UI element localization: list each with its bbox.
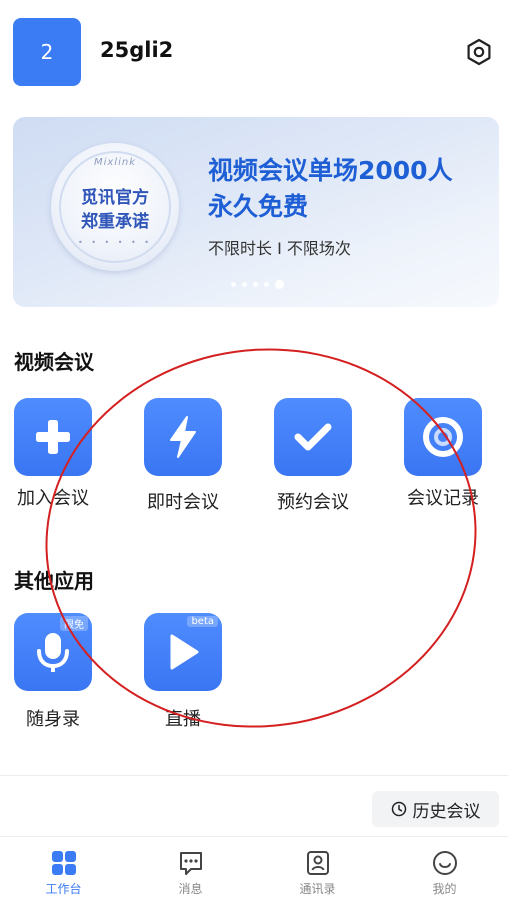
carousel-indicator — [231, 279, 284, 289]
carousel-dot[interactable] — [242, 281, 247, 287]
bottom-tab-bar: 工作台 消息 通讯录 我的 — [0, 836, 508, 898]
tab-workbench[interactable]: 工作台 — [0, 837, 127, 898]
carousel-dot[interactable] — [253, 281, 258, 287]
schedule-meeting-tile — [274, 398, 352, 476]
banner-subtitle: 不限时长 I 不限场次 — [208, 239, 351, 258]
plus-icon — [36, 420, 70, 454]
tab-label: 消息 — [178, 882, 203, 896]
tab-contacts[interactable]: 通讯录 — [254, 837, 381, 898]
seal-line-2: 郑重承诺 — [81, 212, 149, 232]
history-meetings-button[interactable]: 历史会议 — [372, 791, 499, 827]
join-meeting-label: 加入会议 — [17, 488, 89, 509]
seal-dots: • • • • • • — [77, 238, 153, 247]
live-stream-tile: beta — [144, 613, 222, 691]
contact-card-icon — [306, 851, 329, 875]
avatar[interactable]: 2 — [13, 18, 81, 86]
seal-line-1: 觅讯官方 — [81, 188, 149, 208]
seal-brand-text: Mixlink — [93, 157, 136, 168]
carousel-dot[interactable] — [231, 281, 236, 287]
instant-meeting-label: 即时会议 — [147, 492, 219, 513]
record-target-icon — [423, 417, 463, 457]
history-meetings-label: 历史会议 — [412, 801, 481, 822]
join-meeting-button[interactable]: 加入会议 — [3, 398, 103, 510]
lightning-icon — [170, 416, 196, 458]
play-icon — [170, 634, 199, 670]
banner-title-line-1: 视频会议单场2000人 — [208, 156, 453, 185]
microphone-icon — [37, 633, 69, 672]
section-title-video-meeting: 视频会议 — [14, 350, 94, 374]
section-title-other-apps: 其他应用 — [14, 569, 94, 593]
live-stream-label: 直播 — [165, 709, 201, 730]
settings-button[interactable] — [464, 37, 494, 67]
free-tag: 限免 — [60, 616, 88, 631]
smile-face-icon — [432, 851, 457, 875]
banner-title-line-2: 永久免费 — [208, 192, 309, 221]
live-stream-button[interactable]: beta 直播 — [133, 613, 233, 731]
schedule-meeting-label: 预约会议 — [277, 492, 349, 513]
checkmark-icon — [294, 423, 332, 451]
carousel-dot-active[interactable] — [275, 279, 284, 289]
username: 25gli2 — [100, 38, 174, 62]
chat-bubble-icon — [179, 852, 202, 875]
divider — [0, 775, 508, 776]
tab-me[interactable]: 我的 — [381, 837, 508, 898]
carousel-dot[interactable] — [264, 281, 269, 287]
avatar-text: 2 — [40, 40, 54, 64]
instant-meeting-tile — [144, 398, 222, 476]
tab-label: 通讯录 — [299, 882, 336, 896]
tab-label: 我的 — [432, 882, 457, 896]
tab-messages[interactable]: 消息 — [127, 837, 254, 898]
meeting-records-label: 会议记录 — [407, 488, 479, 509]
meeting-records-button[interactable]: 会议记录 — [393, 398, 493, 510]
voice-recorder-button[interactable]: 限免 随身录 — [3, 613, 103, 731]
join-meeting-tile — [14, 398, 92, 476]
voice-recorder-tile: 限免 — [14, 613, 92, 691]
meeting-records-tile — [404, 398, 482, 476]
promo-banner[interactable]: Mixlink 觅讯官方 郑重承诺 • • • • • • 视频会议单场2000… — [13, 117, 499, 307]
banner-title: 视频会议单场2000人 永久免费 — [208, 153, 453, 225]
instant-meeting-button[interactable]: 即时会议 — [133, 398, 233, 514]
official-seal: Mixlink 觅讯官方 郑重承诺 • • • • • • — [51, 143, 179, 271]
header: 2 25gli2 — [0, 0, 508, 100]
grid-icon — [51, 851, 76, 875]
tab-label: 工作台 — [45, 882, 82, 896]
schedule-meeting-button[interactable]: 预约会议 — [263, 398, 363, 514]
beta-tag: beta — [187, 616, 218, 627]
voice-recorder-label: 随身录 — [26, 709, 80, 730]
clock-icon — [391, 801, 406, 817]
settings-hex-icon — [467, 38, 491, 66]
